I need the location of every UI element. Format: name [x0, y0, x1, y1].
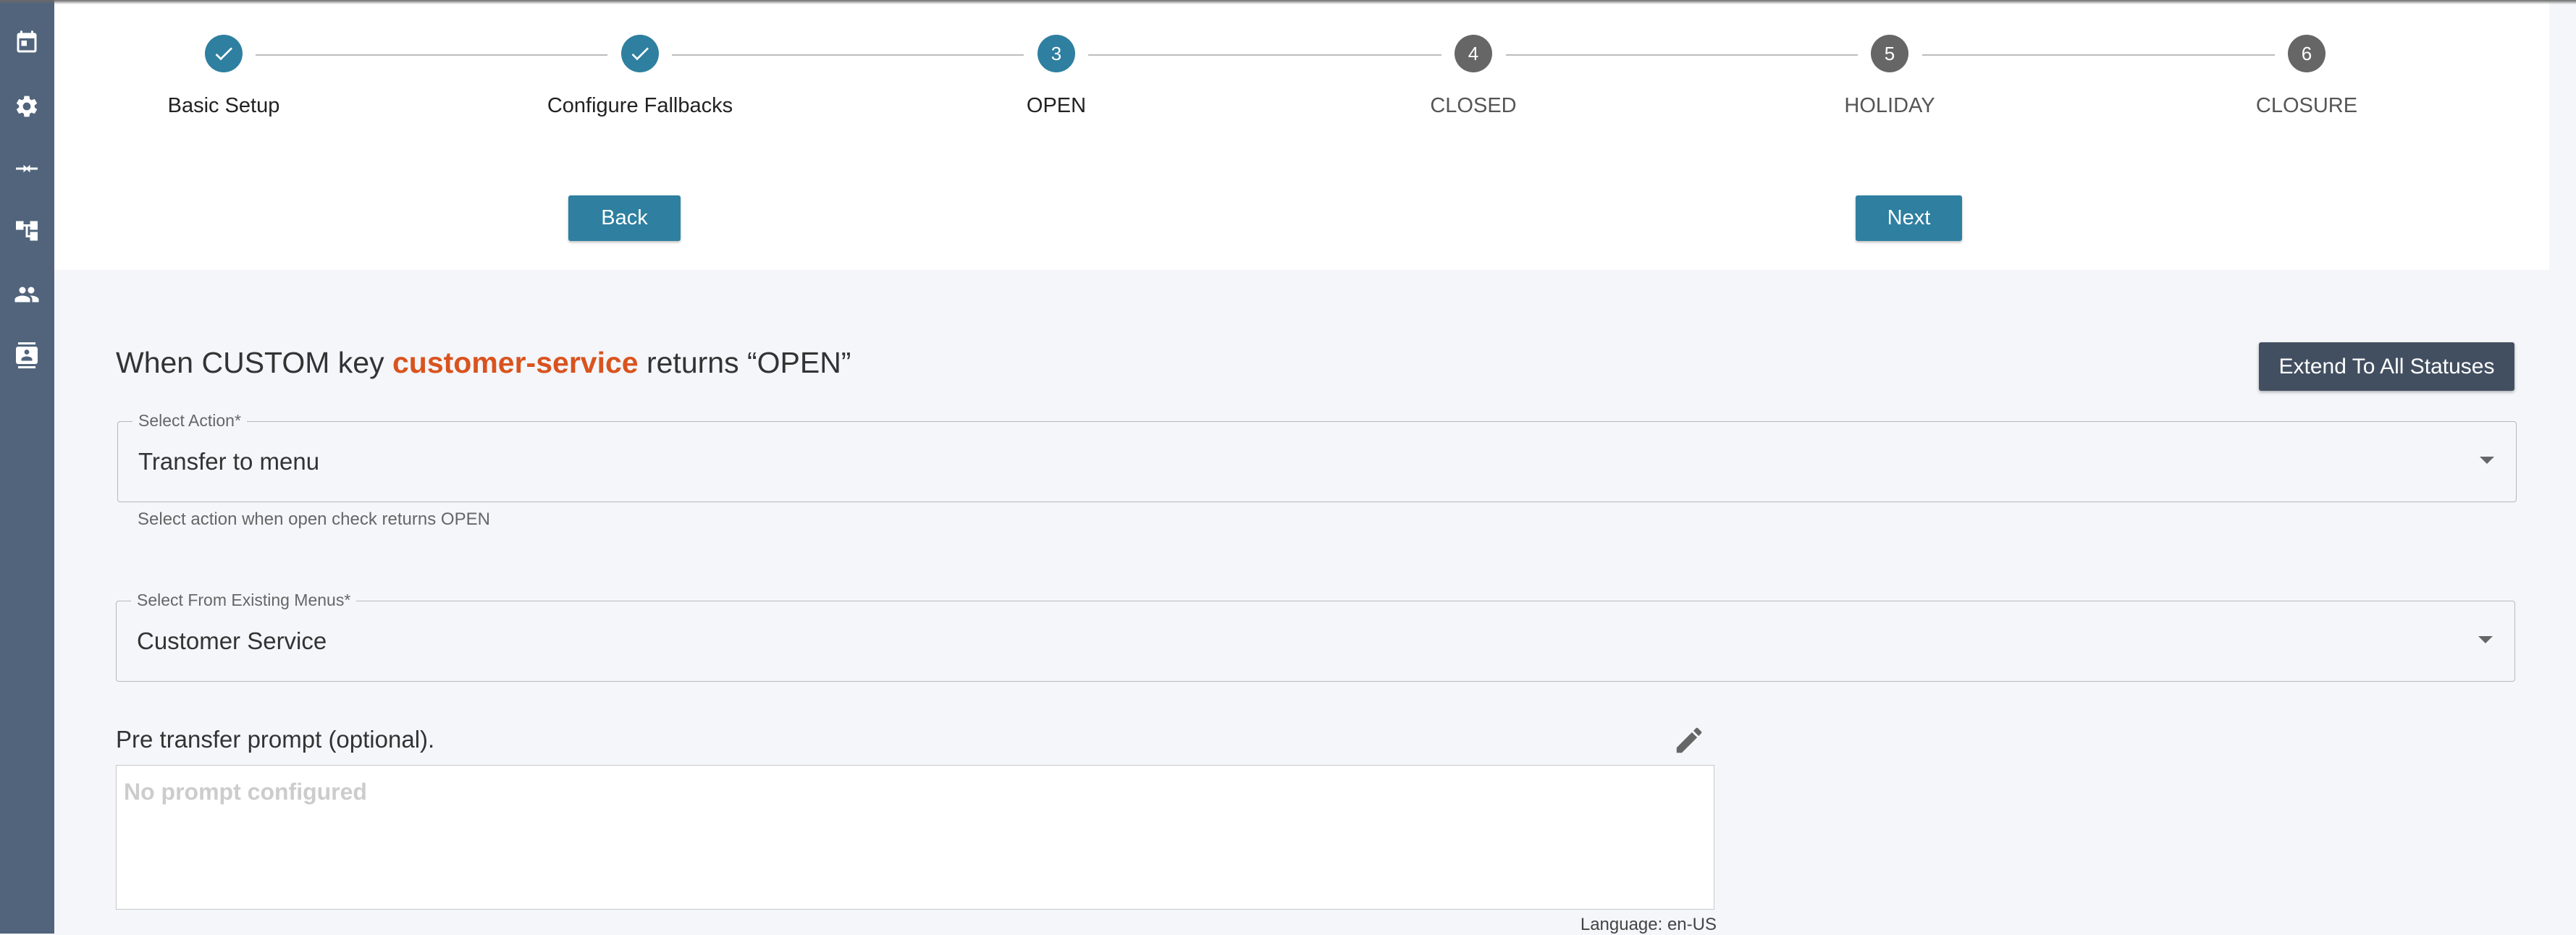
people-icon[interactable] [7, 275, 46, 314]
step-label: Basic Setup [167, 94, 280, 117]
section-title: When CUSTOM key customer-service returns… [116, 346, 851, 380]
step-closure[interactable]: 6 CLOSURE [2162, 35, 2451, 118]
select-action-label: Select Action* [132, 411, 247, 431]
step-basic-setup[interactable]: Basic Setup [79, 35, 369, 118]
contact-card-icon[interactable] [7, 336, 46, 375]
step-label: CLOSURE [2255, 94, 2358, 117]
select-menu-dropdown[interactable]: Select From Existing Menus* Customer Ser… [116, 591, 2515, 682]
prompt-placeholder: No prompt configured [124, 779, 367, 805]
step-label: HOLIDAY [1844, 94, 1935, 117]
step-holiday[interactable]: 5 HOLIDAY [1745, 35, 2034, 118]
select-menu-value: Customer Service [137, 627, 327, 654]
language-indicator: Language: en-US [1580, 915, 1717, 934]
step-open[interactable]: 3 OPEN [912, 35, 1201, 118]
select-action-helper: Select action when open check returns OP… [138, 509, 490, 529]
check-icon [205, 35, 243, 72]
prompt-label: Pre transfer prompt (optional). [116, 726, 435, 753]
next-button[interactable]: Next [1856, 195, 1962, 241]
tree-structure-icon[interactable] [7, 211, 46, 250]
extend-to-all-statuses-button[interactable]: Extend To All Statuses [2259, 342, 2514, 391]
step-number: 4 [1455, 35, 1492, 72]
back-button[interactable]: Back [568, 195, 681, 241]
step-closed[interactable]: 4 CLOSED [1329, 35, 1618, 118]
step-configure-fallbacks[interactable]: Configure Fallbacks [495, 35, 785, 118]
step-label: OPEN [1026, 94, 1087, 117]
stepper-header: Basic Setup Configure Fallbacks 3 OPEN 4… [54, 0, 2549, 270]
title-prefix: When CUSTOM key [116, 346, 392, 379]
check-icon [621, 35, 659, 72]
dropdown-caret-icon [2480, 457, 2494, 464]
transfer-arrows-icon[interactable] [7, 149, 46, 188]
step-number: 6 [2288, 35, 2325, 72]
gear-icon[interactable] [7, 87, 46, 126]
sidebar [0, 0, 54, 934]
select-action-value: Transfer to menu [138, 448, 320, 475]
calendar-icon[interactable] [7, 23, 46, 62]
pencil-edit-icon[interactable] [1672, 724, 1706, 757]
top-shadow [0, 0, 2576, 4]
step-label: CLOSED [1430, 94, 1517, 117]
dropdown-caret-icon [2478, 636, 2493, 643]
step-number: 3 [1037, 35, 1075, 72]
select-action-dropdown[interactable]: Select Action* Transfer to menu [117, 411, 2517, 502]
step-label: Configure Fallbacks [547, 94, 733, 117]
step-number: 5 [1871, 35, 1908, 72]
prompt-textbox[interactable]: No prompt configured [116, 765, 1714, 910]
custom-key-name: customer-service [392, 346, 639, 379]
title-suffix: returns “OPEN” [638, 346, 851, 379]
select-menu-label: Select From Existing Menus* [131, 591, 357, 610]
